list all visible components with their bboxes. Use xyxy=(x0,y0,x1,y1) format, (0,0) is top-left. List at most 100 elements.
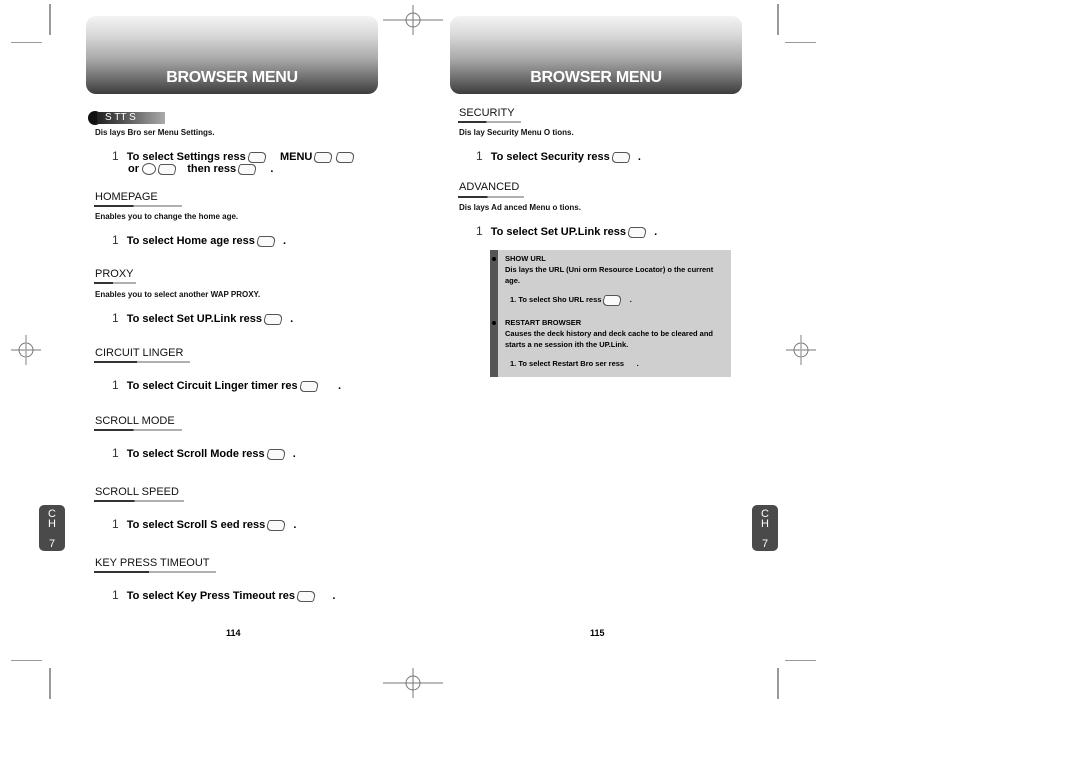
registration-mark-icon xyxy=(11,335,41,365)
settings-badge-label: S TT S xyxy=(97,112,165,124)
section-title-security: SECURITY xyxy=(459,107,515,119)
bullet-icon xyxy=(492,321,496,325)
step-end: . xyxy=(338,380,342,392)
page-title: BROWSER MENU xyxy=(166,69,298,86)
security-step: 1 To select Security ress . xyxy=(476,149,641,163)
step-end: . xyxy=(290,313,294,325)
step-text: To select Scroll Mode ress xyxy=(126,448,265,460)
softkey-icon xyxy=(246,151,268,163)
step-number: 1 xyxy=(476,224,483,238)
section-title-key-press-timeout: KEY PRESS TIMEOUT xyxy=(95,557,210,569)
key-icon xyxy=(610,151,632,163)
section-rule xyxy=(94,500,184,502)
key-icon xyxy=(265,448,287,460)
note-sidebar xyxy=(490,250,498,377)
note-item-step: 1. To select Restart Bro ser ress . xyxy=(505,358,730,369)
scroll-speed-step: 1 To select Scroll S eed ress . xyxy=(112,517,296,531)
section-title-circuit-linger: CIRCUIT LINGER xyxy=(95,347,184,359)
crop-mark xyxy=(785,660,816,661)
menu-key-icon xyxy=(312,151,334,163)
step-end: . xyxy=(654,226,658,238)
section-rule xyxy=(94,205,182,207)
nav-key-icon xyxy=(142,163,157,176)
crop-mark xyxy=(49,668,51,699)
step-text: ss xyxy=(223,163,237,175)
section-title-scroll-mode: SCROLL MODE xyxy=(95,415,175,427)
chapter-tab: C H 7 xyxy=(39,505,65,551)
settings-description: Dis lays Bro ser Menu Settings. xyxy=(95,128,215,137)
crop-mark xyxy=(785,42,816,43)
step-text: To select Key Press Timeout res xyxy=(126,590,296,602)
step-end: . xyxy=(283,235,287,247)
proxy-step: 1 To select Set UP.Link ress . xyxy=(112,311,293,325)
step-text: 1. To select Sho URL re xyxy=(510,295,594,304)
crop-mark xyxy=(49,4,51,35)
section-title-scroll-speed: SCROLL SPEED xyxy=(95,486,179,498)
step-end: . xyxy=(629,295,632,304)
menu-label: MENU xyxy=(279,151,313,163)
section-description: Dis lays Ad anced Menu o tions. xyxy=(459,203,581,212)
section-rule xyxy=(94,429,182,431)
note-item-body: Dis lays the URL (Uni orm Resource Locat… xyxy=(505,265,714,285)
softkey-icon xyxy=(626,226,648,238)
settings-section-badge: S TT S xyxy=(88,111,166,125)
step-number: 1 xyxy=(112,446,119,460)
step-text: ss xyxy=(615,359,625,368)
step-number: 1 xyxy=(112,149,119,163)
page-number: 114 xyxy=(226,628,241,638)
crop-mark xyxy=(11,660,42,661)
section-title-advanced: ADVANCED xyxy=(459,181,520,193)
softkey-icon xyxy=(265,519,287,531)
step-text: To select Circuit Linger timer res xyxy=(126,380,298,392)
step-end: . xyxy=(332,590,336,602)
homepage-step: 1 To select Home age ress . xyxy=(112,233,286,247)
step-text: or xyxy=(128,163,139,175)
scroll-mode-step: 1 To select Scroll Mode ress . xyxy=(112,446,296,460)
step-end: . xyxy=(270,163,274,175)
step-end: . xyxy=(636,359,639,368)
step-text: ss xyxy=(593,295,602,304)
settings-step-line2: or then ress . xyxy=(128,163,274,176)
chapter-tab-letter: H xyxy=(48,518,56,530)
softkey-icon xyxy=(262,313,284,325)
section-rule xyxy=(458,121,521,123)
note-item-step: 1. To select Sho URL ress . xyxy=(505,294,730,306)
section-description: Dis lay Security Menu O tions. xyxy=(459,128,574,137)
note-item-title: RESTART BROWSER xyxy=(505,318,582,327)
chapter-tab: C H 7 xyxy=(752,505,778,551)
step-text: To select Security ress xyxy=(490,151,610,163)
key-icon xyxy=(156,163,178,175)
advanced-step: 1 To select Set UP.Link ress . xyxy=(476,224,657,238)
chapter-number: 7 xyxy=(761,538,769,550)
note-item-body: Causes the deck history and deck cache t… xyxy=(505,329,713,349)
section-rule xyxy=(458,196,524,198)
note-item-show-url: SHOW URL Dis lays the URL (Uni orm Resou… xyxy=(505,253,730,306)
step-number: 1 xyxy=(112,378,119,392)
section-description: Enables you to select another WAP PROXY. xyxy=(95,290,261,299)
key-icon xyxy=(601,294,623,306)
step-end: . xyxy=(293,519,297,531)
step-end: . xyxy=(292,448,296,460)
section-title-proxy: PROXY xyxy=(95,268,134,280)
chapter-number: 7 xyxy=(48,538,56,550)
page-header: BROWSER MENU xyxy=(86,16,378,94)
section-description: Enables you to change the home age. xyxy=(95,212,239,221)
softkey-icon xyxy=(298,380,320,392)
softkey-icon xyxy=(295,590,317,602)
step-text: To select Settings ress xyxy=(126,151,246,163)
crop-mark xyxy=(777,668,779,699)
step-text: To select Set UP.Link ress xyxy=(126,313,263,325)
step-text: To select Set UP.Link ress xyxy=(490,226,627,238)
section-rule xyxy=(94,571,216,573)
key-press-timeout-step: 1 To select Key Press Timeout res . xyxy=(112,588,335,602)
section-title-homepage: HOMEPAGE xyxy=(95,191,158,203)
step-number: 1 xyxy=(112,311,119,325)
softkey-icon xyxy=(236,163,258,175)
registration-mark-icon xyxy=(383,19,443,21)
key-1-icon xyxy=(334,151,356,163)
section-rule xyxy=(94,361,190,363)
registration-mark-icon xyxy=(383,668,443,698)
bullet-icon xyxy=(492,257,496,261)
note-item-restart-browser: RESTART BROWSER Causes the deck history … xyxy=(505,317,730,369)
step-number: 1 xyxy=(476,149,483,163)
